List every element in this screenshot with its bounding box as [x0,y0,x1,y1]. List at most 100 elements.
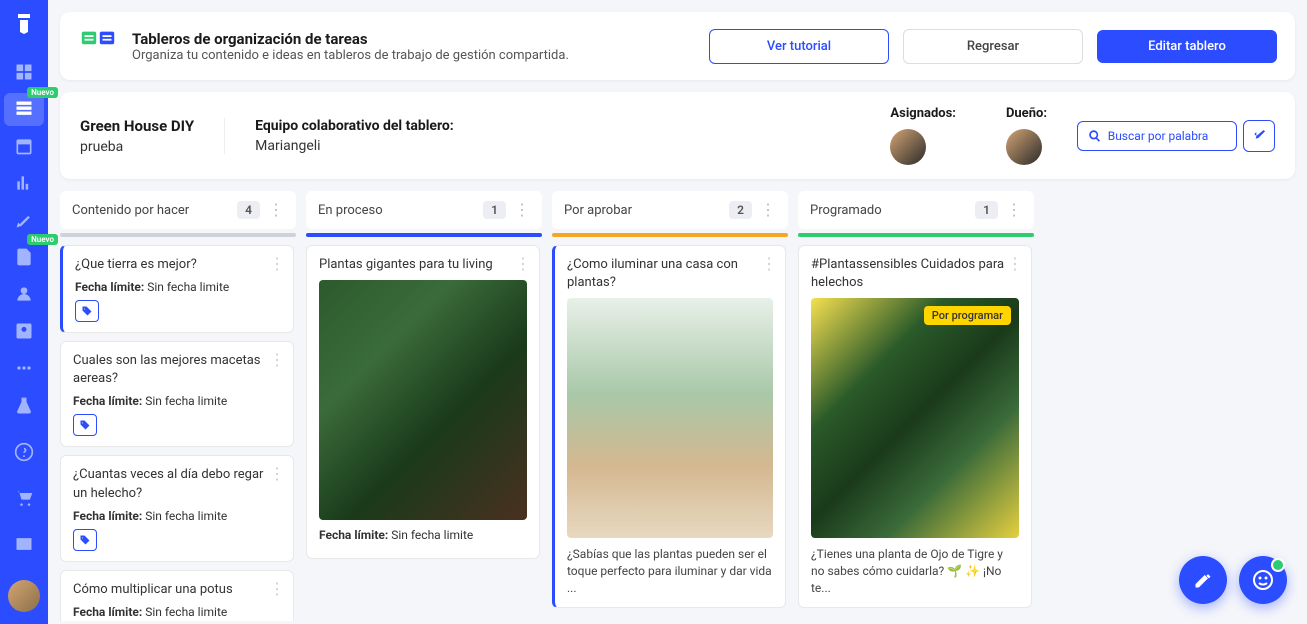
column-menu-icon[interactable]: ⋮ [514,202,530,218]
board-info: Green House DIY prueba [80,117,194,155]
column-menu-icon[interactable]: ⋮ [1006,202,1022,218]
column: Por aprobar2⋮⋮¿Como iluminar una casa co… [552,191,788,621]
task-card[interactable]: ⋮Plantas gigantes para tu living Fecha lí… [306,245,540,559]
column-menu-icon[interactable]: ⋮ [760,202,776,218]
tutorial-button[interactable]: Ver tutorial [709,29,889,64]
card-menu-icon[interactable]: ⋮ [761,254,777,273]
card-title: Cuales son las mejores macetas aereas? [73,352,281,388]
owner-block: Dueño: [1006,106,1047,165]
card-desc: ¿Sabías que las plantas pueden ser el to… [567,546,773,596]
search-input[interactable] [1108,129,1226,143]
card-title: ¿Como iluminar una casa con plantas? [567,256,773,292]
card-deadline: Fecha límite: Sin fecha limite [75,280,281,294]
column-title: Contenido por hacer [72,203,237,218]
card-image-wrap [319,280,527,520]
card-image-wrap [567,298,773,538]
card-menu-icon[interactable]: ⋮ [269,350,285,369]
column-header: Programado1 ⋮ [798,191,1034,229]
search-icon [1088,128,1102,144]
card-image [567,298,773,538]
task-card[interactable]: ⋮Cuales son las mejores macetas aereas?F… [60,341,294,447]
sidebar-item-calendar[interactable] [4,130,44,163]
task-card[interactable]: ⋮#Plantassensibles Cuidados para helecho… [798,245,1032,608]
column-cards: ⋮¿Como iluminar una casa con plantas? ¿Sa… [552,245,788,608]
card-menu-icon[interactable]: ⋮ [515,254,531,273]
card-image [319,280,527,520]
sidebar-item-more[interactable] [4,351,44,384]
column-header: Por aprobar2⋮ [552,191,788,229]
page-title: Tableros de organización de tareas [132,30,695,48]
card-title: ¿Cuantas veces al día debo regar un hele… [73,466,281,502]
card-title: Cómo multiplicar una potus [73,581,281,599]
task-card[interactable]: ⋮¿Cuantas veces al día debo regar un hel… [60,455,294,561]
board-team: Equipo colaborativo del tablero: Mariang… [224,118,860,154]
search-wrap [1077,120,1275,152]
assigned-avatar[interactable] [890,129,926,165]
tag-icon[interactable] [73,529,97,551]
card-image-wrap: Por programar [811,298,1019,538]
new-badge: Nuevo [27,87,58,98]
column: Programado1⋮⋮#Plantassensibles Cuidados … [798,191,1034,621]
team-name: Mariangeli [255,138,860,154]
page-subtitle: Organiza tu contenido e ideas en tablero… [132,48,695,63]
task-card[interactable]: ⋮Cómo multiplicar una potus Fecha límite:… [60,570,294,621]
column-menu-icon[interactable]: ⋮ [268,202,284,218]
column-title: Programado [810,203,975,218]
fab-edit-button[interactable] [1179,556,1227,604]
boards-icon [78,26,118,66]
user-avatar[interactable] [8,580,40,612]
sidebar: Nuevo Nuevo [0,0,48,624]
board-header: Green House DIY prueba Equipo colaborati… [60,92,1295,179]
card-title: ¿Que tierra es mejor? [75,256,281,274]
column-bar [306,233,542,237]
sidebar-item-profile[interactable] [4,314,44,347]
board-people: Asignados: Dueño: [890,106,1047,165]
column-cards: ⋮#Plantassensibles Cuidados para helecho… [798,245,1034,608]
column-cards: ⋮¿Que tierra es mejor?Fecha límite: Sin … [60,245,296,621]
team-label: Equipo colaborativo del tablero: [255,118,860,134]
edit-board-button[interactable]: Editar tablero [1097,30,1277,63]
sidebar-item-lab[interactable] [4,388,44,424]
card-deadline: Fecha límite: Sin fecha limite [73,605,281,619]
sidebar-item-boards[interactable]: Nuevo [4,93,44,126]
card-menu-icon[interactable]: ⋮ [1007,254,1023,273]
sidebar-item-documents[interactable]: Nuevo [4,240,44,273]
card-menu-icon[interactable]: ⋮ [269,254,285,273]
sidebar-item-help[interactable] [4,434,44,470]
card-deadline: Fecha límite: Sin fecha limite [73,509,281,523]
column-title: Por aprobar [564,203,729,218]
sidebar-item-magic[interactable] [4,204,44,237]
tag-icon[interactable] [73,414,97,436]
card-title: #Plantassensibles Cuidados para helechos [811,256,1019,292]
sidebar-item-cart[interactable] [4,480,44,516]
app-logo-icon [12,12,36,36]
column-count: 4 [237,201,260,219]
assigned-block: Asignados: [890,106,956,165]
back-button[interactable]: Regresar [903,29,1083,64]
status-badge: Por programar [924,306,1011,325]
card-menu-icon[interactable]: ⋮ [269,579,285,598]
fab-chat-button[interactable] [1239,556,1287,604]
owner-avatar[interactable] [1006,129,1042,165]
sidebar-bottom [4,388,44,612]
sidebar-item-analytics[interactable] [4,167,44,200]
card-title: Plantas gigantes para tu living [319,256,527,274]
tag-icon[interactable] [75,300,99,322]
column-cards: ⋮Plantas gigantes para tu living Fecha lí… [306,245,542,559]
sidebar-item-language[interactable] [4,526,44,562]
owner-label: Dueño: [1006,106,1047,121]
clear-filter-button[interactable] [1243,120,1275,152]
search-box[interactable] [1077,121,1237,151]
sidebar-item-dashboard[interactable] [4,56,44,89]
main-content: Tableros de organización de tareas Organ… [48,0,1307,624]
board-columns: Contenido por hacer4⋮⋮¿Que tierra es mej… [60,191,1295,621]
task-card[interactable]: ⋮¿Que tierra es mejor? Fecha límite: Sin … [60,245,294,333]
sidebar-item-team[interactable] [4,277,44,310]
column-count: 1 [975,201,998,219]
column-count: 1 [483,201,506,219]
card-deadline: Fecha límite: Sin fecha limite [319,528,527,542]
card-menu-icon[interactable]: ⋮ [269,464,285,483]
column-bar [552,233,788,237]
column-title: En proceso [318,203,483,218]
task-card[interactable]: ⋮¿Como iluminar una casa con plantas? ¿Sa… [552,245,786,608]
